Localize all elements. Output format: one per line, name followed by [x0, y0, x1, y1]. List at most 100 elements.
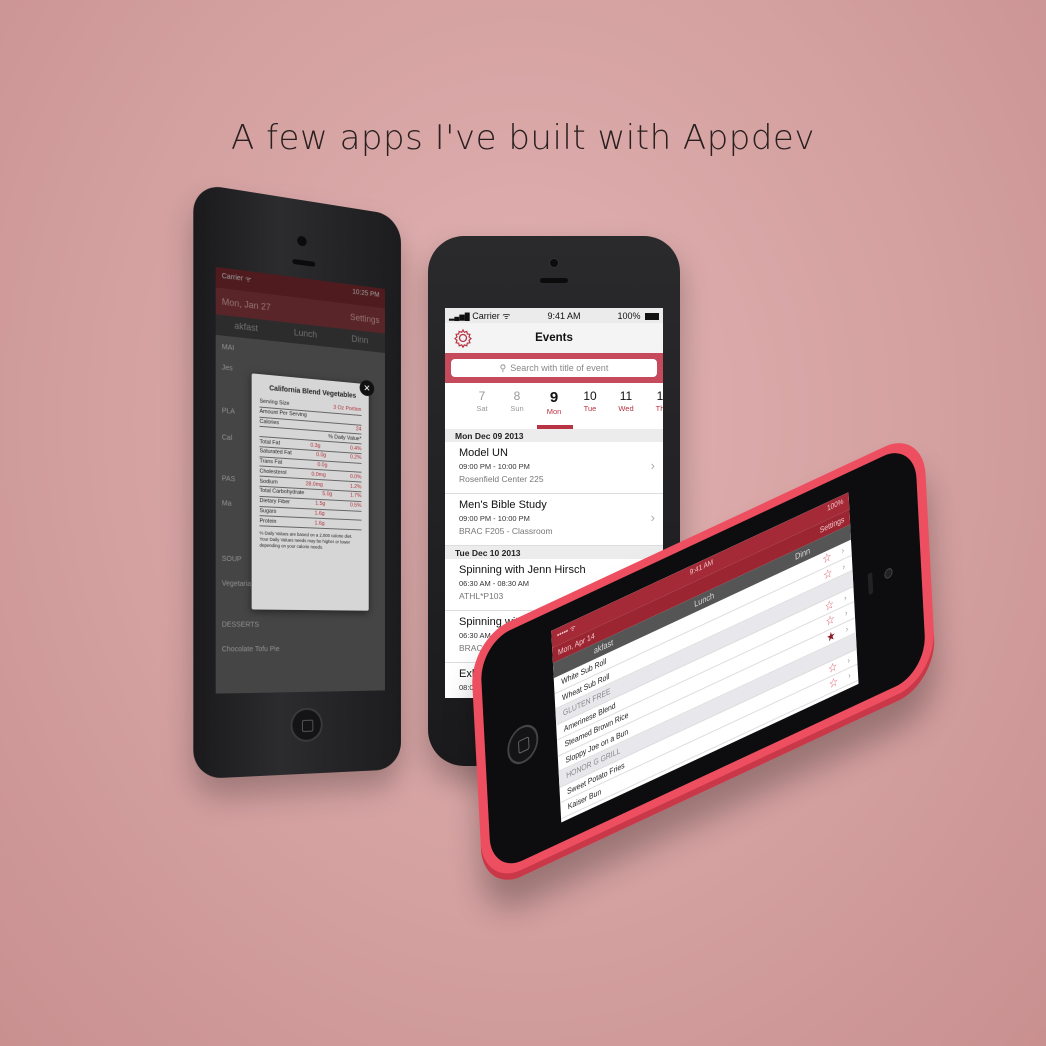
day-number: 7: [478, 389, 486, 403]
home-button[interactable]: [290, 707, 323, 743]
nutrient-label: Total Fat: [259, 438, 281, 447]
nutrient-percent: 1.2%: [350, 483, 362, 490]
day-weekday: Sat: [476, 404, 488, 413]
day-number: 6: [445, 389, 457, 403]
day-weekday: Th: [655, 404, 663, 413]
nutrient-label: Sugars: [259, 508, 277, 515]
nutrient-percent: 1.7%: [350, 493, 362, 500]
settings-button[interactable]: Settings: [350, 312, 380, 325]
status-bar: ▂▄▆█ Carrier ᯤ 9:41 AM 100%: [445, 308, 663, 323]
speaker-grille: [292, 258, 316, 267]
calories-value: 24: [355, 426, 362, 433]
day-weekday: ri: [445, 404, 457, 413]
nutrition-card-title: California Blend Vegetables: [269, 385, 357, 400]
event-row[interactable]: Men's Bible Study 09:00 PM - 10:00 PM BRAC…: [445, 494, 663, 546]
nutrient-label: Sodium: [259, 478, 278, 486]
chevron-right-icon: ›: [845, 623, 849, 635]
day-sun[interactable]: 8 Sun: [502, 389, 532, 413]
serving-label: Serving Size: [259, 398, 290, 408]
star-icon[interactable]: ☆: [829, 689, 840, 708]
list-item[interactable]: DESSERTS: [222, 621, 259, 628]
day-ri[interactable]: 6ri: [445, 389, 457, 413]
list-item[interactable]: MAI: [222, 344, 234, 352]
day-weekday: Mon: [546, 407, 562, 416]
search-placeholder: Search with title of event: [510, 363, 609, 373]
nutrient-label: Protein: [259, 517, 277, 525]
event-row[interactable]: Model UN 09:00 PM - 10:00 PM Rosenfield Ce…: [445, 442, 663, 494]
nutrient-amount: 1.6g: [314, 510, 325, 518]
page-title: Events: [535, 332, 573, 344]
home-button[interactable]: [506, 718, 540, 770]
list-item[interactable]: Ma: [222, 500, 232, 508]
day-th[interactable]: 1 Th: [645, 389, 663, 413]
chevron-right-icon: ›: [650, 458, 655, 473]
day-number: 8: [513, 389, 521, 403]
section-header: Mon Dec 09 2013: [445, 429, 663, 442]
day-mon[interactable]: 9 Mon: [539, 389, 569, 416]
nutrition-card: ✕ California Blend Vegetables Serving Si…: [251, 373, 375, 611]
event-title: Model UN: [459, 447, 508, 459]
nutrient-amount: 0.0g: [316, 452, 327, 459]
close-icon[interactable]: ✕: [359, 379, 375, 397]
chevron-right-icon: ›: [847, 670, 851, 681]
chevron-right-icon: ›: [650, 510, 655, 525]
event-time: 09:00 PM - 10:00 PM: [459, 514, 530, 523]
list-item[interactable]: Jes: [222, 364, 233, 372]
search-input[interactable]: ⚲ Search with title of event: [451, 359, 657, 377]
chevron-right-icon: ›: [848, 685, 852, 697]
nutrient-label: Saturated Fat: [259, 448, 292, 457]
list-item[interactable]: PLA: [222, 408, 235, 416]
nutrient-label: Cholesterol: [259, 468, 287, 477]
nutrient-percent: 0.0%: [349, 473, 362, 481]
chevron-right-icon: ›: [844, 607, 848, 619]
nutrient-amount: 1.5g: [315, 500, 326, 508]
nutrient-list: Total Fat 0.3g 0.4% Saturated Fat 0.0g 0.2% Tr…: [259, 437, 362, 531]
nutrient-amount: 5.0g: [322, 491, 333, 499]
date-picker-strip: 6ri7Sat8Sun9Mon10Tue11Wed1Th: [445, 383, 663, 429]
calories-label: Calories: [259, 418, 280, 427]
selected-day-indicator: [537, 425, 573, 429]
day-sat[interactable]: 7 Sat: [467, 389, 497, 413]
list-item[interactable]: Chocolate Tofu Pie: [222, 646, 280, 653]
nutrient-label: Dietary Fiber: [259, 498, 291, 506]
speaker-grille: [540, 278, 568, 283]
day-number: 1: [656, 389, 663, 403]
day-wed[interactable]: 11 Wed: [611, 389, 641, 413]
search-bar-container: ⚲ Search with title of event: [445, 353, 663, 383]
gear-icon[interactable]: [453, 328, 473, 349]
speaker-grille: [867, 571, 874, 596]
battery-percent: 100%: [617, 310, 641, 321]
day-weekday: Sun: [510, 404, 524, 413]
nutrient-amount: 0.0g: [317, 462, 328, 469]
day-tue[interactable]: 10 Tue: [575, 389, 605, 413]
headline: A few apps I've built with Appdev: [231, 118, 815, 158]
tab-dinner[interactable]: Dinn: [351, 334, 368, 352]
chevron-right-icon: ›: [847, 654, 851, 666]
event-location: Rosenfield Center 225: [459, 474, 544, 484]
event-time: 09:00 PM - 10:00 PM: [459, 462, 530, 471]
nutrient-percent: 0.5%: [350, 502, 362, 510]
nutrient-amount: 28.0mg: [305, 480, 323, 488]
nutrient-label: Total Carbohydrate: [259, 488, 305, 497]
day-weekday: Wed: [618, 404, 634, 413]
camera-icon: [549, 258, 559, 268]
day-number: 9: [549, 389, 559, 406]
wifi-icon: ᯤ: [502, 311, 511, 321]
status-carrier: ▂▄▆█ Carrier ᯤ: [449, 309, 510, 322]
list-item[interactable]: Cal: [222, 434, 233, 442]
nutrient-amount: 0.3g: [310, 442, 321, 449]
nutrient-amount: 0.0mg: [311, 471, 326, 479]
list-item[interactable]: SOUP: [222, 556, 242, 564]
list-item[interactable]: PAS: [222, 475, 236, 483]
section-header: Tue Dec 10 2013: [445, 546, 663, 559]
nutrient-percent: 0.2%: [350, 454, 362, 462]
search-icon: ⚲: [499, 362, 507, 373]
chevron-right-icon: ›: [842, 560, 846, 572]
nav-date: Mon, Jan 27: [221, 296, 271, 313]
battery-icon: [645, 312, 659, 320]
status-carrier: Carrier ᯤ: [221, 272, 252, 284]
carrier-label: Carrier: [472, 311, 500, 321]
status-time: 10:25 PM: [352, 288, 380, 299]
nutrition-footnote: % Daily Values are based on a 2,000 calo…: [259, 530, 353, 550]
nutrient-amount: 1.6g: [314, 520, 325, 527]
